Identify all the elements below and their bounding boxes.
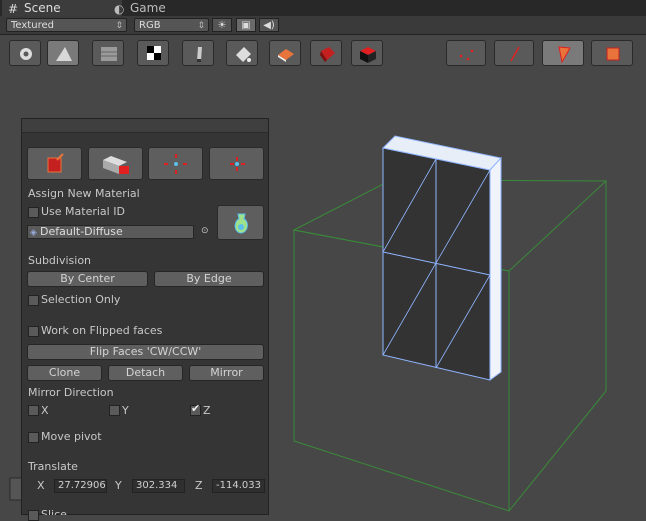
slice-checkbox[interactable]	[28, 510, 39, 521]
red-cube-icon	[320, 47, 335, 62]
flip-faces-button[interactable]: Flip Faces 'CW/CCW'	[27, 344, 264, 360]
tab-scene[interactable]: # Scene	[2, 0, 122, 16]
extrude-face-button[interactable]	[27, 147, 82, 180]
object-icon	[606, 47, 620, 61]
red-cube-tool-button[interactable]	[310, 40, 342, 66]
dropdown-arrow-icon: ⇕	[197, 21, 205, 31]
lighting-toggle[interactable]: ☀	[212, 18, 232, 32]
object-mode-button[interactable]	[591, 40, 633, 66]
speaker-icon: ◀)	[263, 20, 275, 31]
extrude-icon	[47, 153, 64, 173]
detach-button[interactable]: Detach	[108, 365, 183, 381]
mirror-z-label: Z	[203, 404, 211, 417]
mirror-button[interactable]: Mirror	[189, 365, 264, 381]
mirror-x-checkbox[interactable]	[28, 405, 39, 416]
checker-icon	[147, 46, 161, 60]
vertex-mode-button[interactable]	[446, 40, 486, 66]
by-center-button[interactable]: By Center	[27, 271, 148, 287]
mesh-object[interactable]	[381, 135, 502, 381]
brush-icon	[197, 47, 202, 62]
subdivide-face-button[interactable]	[148, 147, 203, 180]
apply-material-button[interactable]	[217, 205, 264, 240]
settings-tool-button[interactable]	[9, 40, 41, 66]
translate-y-label: Y	[115, 479, 122, 492]
face-mode-button[interactable]	[542, 40, 584, 66]
work-flipped-checkbox[interactable]	[28, 326, 39, 337]
center-pivot-button[interactable]	[209, 147, 264, 180]
brush-tool-button[interactable]	[182, 40, 214, 66]
black-cube-tool-button[interactable]	[351, 40, 383, 66]
face-icon	[558, 46, 571, 64]
mirror-y-label: Y	[122, 404, 129, 417]
triangle-icon	[56, 47, 72, 61]
mirror-z-checkbox[interactable]: ✔	[190, 402, 201, 416]
face-mode-tool-button[interactable]	[47, 40, 79, 66]
audio-toggle[interactable]: ◀)	[259, 18, 279, 32]
tab-scene-label: Scene	[24, 1, 61, 15]
work-flipped-label: Work on Flipped faces	[41, 324, 163, 337]
object-picker-icon[interactable]: ⊙	[201, 226, 209, 236]
material-object-field[interactable]: ◈ Default-Diffuse	[27, 225, 194, 239]
checker-tool-button[interactable]	[137, 40, 169, 66]
black-cube-icon	[360, 47, 376, 63]
sun-icon: ☀	[217, 20, 227, 31]
translate-x-field[interactable]: 27.72906	[54, 479, 107, 493]
slice-label: Slice	[41, 508, 67, 515]
edge-icon	[510, 46, 520, 62]
paint-bucket-icon	[236, 47, 251, 62]
translate-x-label: X	[37, 479, 45, 492]
translate-z-field[interactable]: -114.033	[212, 479, 265, 493]
image-icon: ▣	[241, 20, 251, 31]
mirror-direction-label: Mirror Direction	[28, 386, 114, 399]
subdivision-label: Subdivision	[28, 254, 92, 267]
translate-y-field[interactable]: 302.334	[132, 479, 185, 493]
bevel-face-button[interactable]	[88, 147, 143, 180]
eraser-icon	[278, 49, 294, 62]
translate-label: Translate	[28, 460, 78, 473]
tab-game[interactable]: ◐ Game	[108, 0, 210, 16]
gear-icon	[20, 48, 32, 60]
mirror-x-label: X	[41, 404, 49, 417]
bevel-icon	[103, 156, 129, 174]
wall-tool-button[interactable]	[92, 40, 124, 66]
translate-z-label: Z	[195, 479, 203, 492]
material-icon: ◈	[30, 228, 37, 238]
material-name: Default-Diffuse	[40, 225, 123, 238]
dropdown-arrow-icon: ⇕	[115, 21, 123, 31]
by-edge-button[interactable]: By Edge	[154, 271, 264, 287]
paint-bucket-tool-button[interactable]	[226, 40, 258, 66]
selection-only-label: Selection Only	[41, 293, 121, 306]
potion-icon	[234, 213, 248, 234]
render-mode-value: Textured	[11, 20, 54, 31]
color-mode-dropdown[interactable]: RGB ⇕	[134, 18, 209, 32]
use-material-id-checkbox[interactable]	[28, 207, 39, 218]
selection-only-checkbox[interactable]	[28, 295, 39, 306]
skybox-toggle[interactable]: ▣	[236, 18, 256, 32]
brick-wall-icon	[101, 47, 117, 61]
mirror-y-checkbox[interactable]	[109, 405, 120, 416]
eraser-tool-button[interactable]	[269, 40, 301, 66]
crosshair-icon	[230, 157, 245, 171]
move-pivot-label: Move pivot	[41, 430, 102, 443]
edge-mode-button[interactable]	[494, 40, 534, 66]
scene-options-bar: Textured ⇕ RGB ⇕ ☀ ▣ ◀)	[0, 16, 646, 35]
tab-bar: # Scene ◐ Game	[0, 0, 646, 16]
subdivide-icon	[164, 154, 187, 174]
checkmark-icon: ✔	[191, 402, 201, 415]
move-pivot-checkbox[interactable]	[28, 432, 39, 443]
render-mode-dropdown[interactable]: Textured ⇕	[6, 18, 127, 32]
tab-game-label: Game	[130, 1, 166, 15]
clone-button[interactable]: Clone	[27, 365, 102, 381]
use-material-id-label: Use Material ID	[41, 205, 125, 218]
vertex-icon	[459, 49, 474, 61]
color-mode-value: RGB	[139, 20, 161, 31]
panel-header[interactable]	[22, 119, 268, 133]
assign-material-label: Assign New Material	[28, 187, 140, 200]
